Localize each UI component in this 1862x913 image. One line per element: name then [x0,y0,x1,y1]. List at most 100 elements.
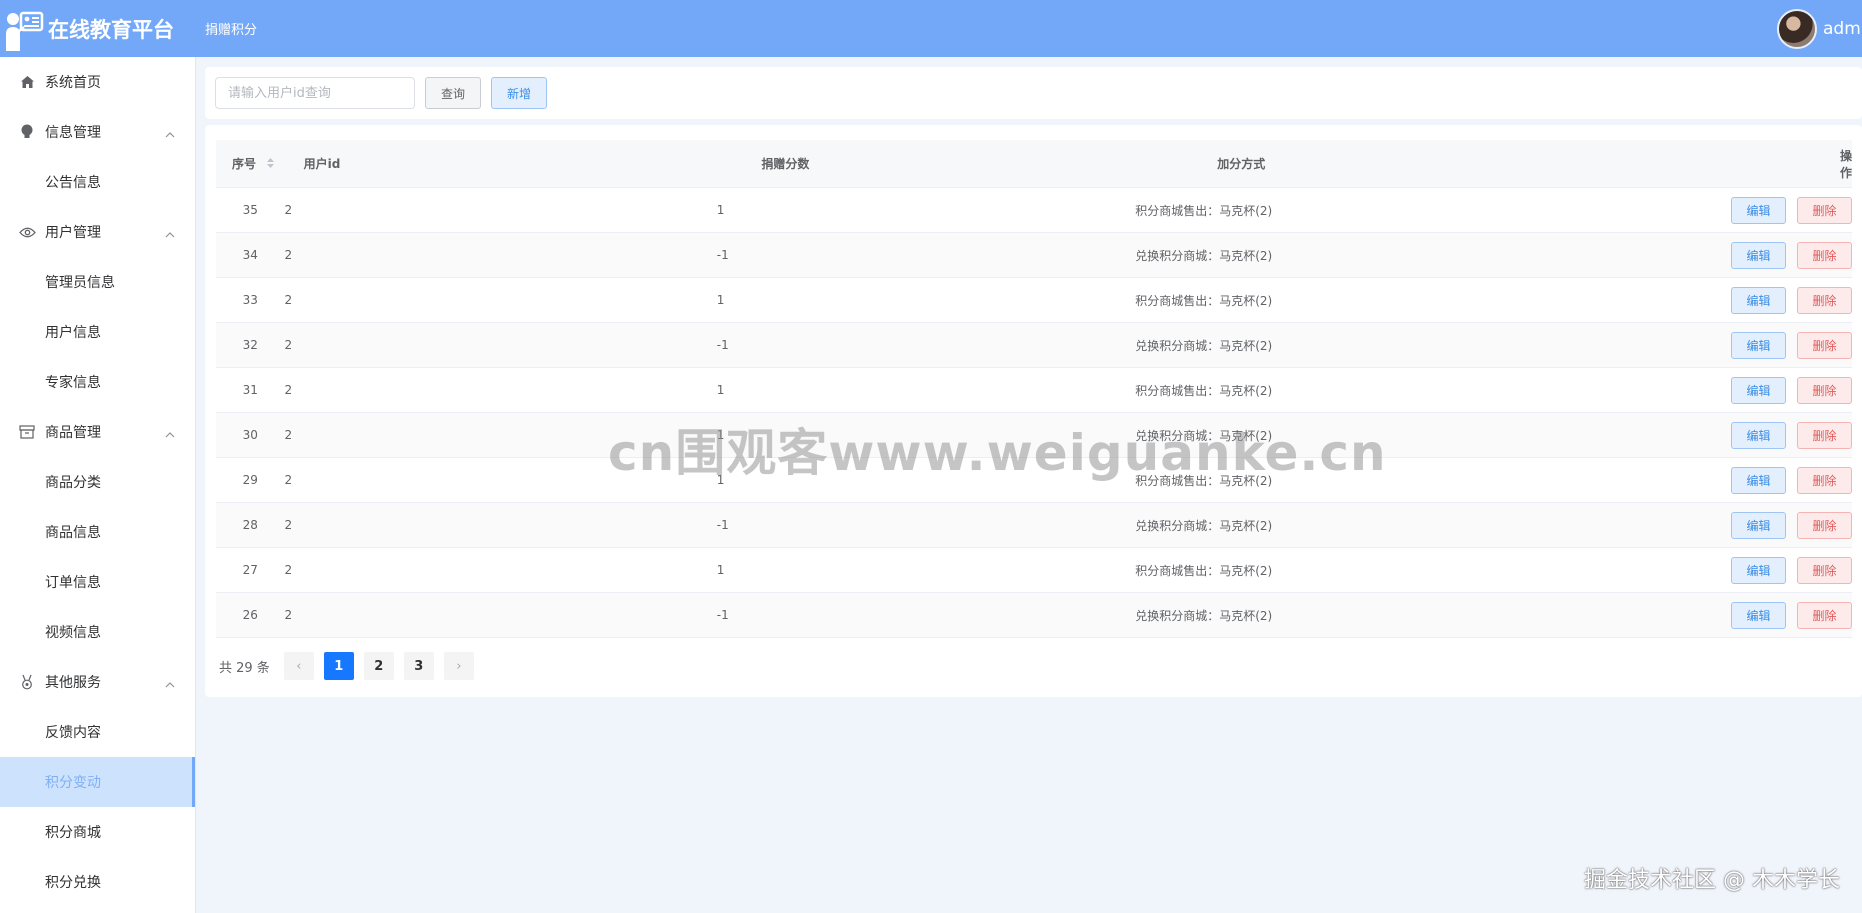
cell-method: 兑换积分商城：马克杯(2) [1135,608,1273,623]
delete-button[interactable]: 删除 [1797,421,1852,449]
sidebar-item-label: 专家信息 [45,375,101,391]
cell-actions: 编辑 删除 [1551,601,1852,629]
user-menu[interactable]: admin [1777,0,1862,57]
prev-page-button[interactable]: ‹ [283,652,314,680]
delete-button[interactable]: 删除 [1797,601,1852,629]
add-button[interactable]: 新增 [491,77,547,109]
sidebar-item-notice[interactable]: 公告信息 [0,157,195,207]
edit-button[interactable]: 编辑 [1731,376,1786,404]
data-table: 序号 用户id 捐赠分数 加分方式 操作 35 2 1 积分商城售出：马克杯(2) 编辑… [216,140,1852,638]
delete-button[interactable]: 删除 [1797,511,1852,539]
sidebar-item-label: 积分兑换 [45,875,101,891]
table-row: 34 2 -1 兑换积分商城：马克杯(2) 编辑 删除 [216,233,1852,278]
user-id-search-input[interactable] [215,77,415,109]
table-header: 序号 用户id 捐赠分数 加分方式 操作 [216,140,1852,188]
edit-button[interactable]: 编辑 [1731,466,1786,494]
sidebar-item-label: 订单信息 [45,575,101,591]
delete-button[interactable]: 删除 [1797,196,1852,224]
table-row: 27 2 1 积分商城售出：马克杯(2) 编辑 删除 [216,548,1852,593]
sort-icon[interactable] [266,157,275,172]
cell-actions: 编辑 删除 [1551,466,1852,494]
edit-button[interactable]: 编辑 [1731,511,1786,539]
sidebar-item-home[interactable]: 系统首页 [0,57,195,107]
watermark-corner: 掘金技术社区 @ 木木学长 [1584,868,1840,893]
sidebar-item-label: 商品分类 [45,475,101,491]
cell-actions: 编辑 删除 [1551,556,1852,584]
avatar[interactable] [1777,8,1817,49]
teacher-logo-icon [4,7,44,51]
next-page-button[interactable]: › [443,652,474,680]
edit-button[interactable]: 编辑 [1731,421,1786,449]
edit-button[interactable]: 编辑 [1731,556,1786,584]
page-button[interactable]: 1 [323,652,354,680]
sidebar-item-label: 用户信息 [45,325,101,341]
delete-button[interactable]: 删除 [1797,241,1852,269]
edit-button[interactable]: 编辑 [1731,331,1786,359]
sidebar-item-label: 商品管理 [45,425,101,441]
chevron-up-icon [165,226,175,242]
sidebar-item-label: 系统首页 [45,75,101,91]
pagination: 共 29 条 ‹ 1 2 3 › [219,652,484,680]
edit-button[interactable]: 编辑 [1731,196,1786,224]
table-row: 31 2 1 积分商城售出：马克杯(2) 编辑 删除 [216,368,1852,413]
app-title: 在线教育平台 [48,17,174,42]
chevron-up-icon [165,426,175,442]
table-row: 35 2 1 积分商城售出：马克杯(2) 编辑 删除 [216,188,1852,233]
cell-method: 兑换积分商城：马克杯(2) [1135,338,1273,353]
sidebar-item-label: 其他服务 [45,675,101,691]
column-header-user-id: 用户id [303,157,341,171]
edit-button[interactable]: 编辑 [1731,241,1786,269]
sidebar-group-users[interactable]: 用户管理 [0,207,195,257]
delete-button[interactable]: 删除 [1797,286,1852,314]
sidebar-group-other[interactable]: 其他服务 [0,657,195,707]
delete-button[interactable]: 删除 [1797,331,1852,359]
sidebar-item-category[interactable]: 商品分类 [0,457,195,507]
sidebar-item-video[interactable]: 视频信息 [0,607,195,657]
cell-actions: 编辑 删除 [1551,196,1852,224]
table-card: 序号 用户id 捐赠分数 加分方式 操作 35 2 1 积分商城售出：马克杯(2) 编辑… [205,125,1862,697]
username[interactable]: admin [1823,19,1862,39]
cell-no: 27 [242,563,258,577]
sidebar-item-points-mall[interactable]: 积分商城 [0,807,195,857]
logo[interactable]: 在线教育平台 [0,0,195,57]
box-icon [18,423,36,441]
bulb-icon [18,123,36,141]
sidebar-item-expert[interactable]: 专家信息 [0,357,195,407]
cell-user-id: 2 [284,248,293,262]
cell-user-id: 2 [284,563,293,577]
delete-button[interactable]: 删除 [1797,376,1852,404]
sidebar-group-info[interactable]: 信息管理 [0,107,195,157]
sidebar-item-user-info[interactable]: 用户信息 [0,307,195,357]
page-button[interactable]: 3 [403,652,434,680]
sidebar-item-orders[interactable]: 订单信息 [0,557,195,607]
sidebar-item-admin[interactable]: 管理员信息 [0,257,195,307]
delete-button[interactable]: 删除 [1797,556,1852,584]
sidebar-item-label: 积分变动 [45,775,101,791]
edit-button[interactable]: 编辑 [1731,286,1786,314]
edit-button[interactable]: 编辑 [1731,601,1786,629]
breadcrumb: 捐赠积分 [205,23,258,38]
sidebar-item-label: 反馈内容 [45,725,101,741]
delete-button[interactable]: 删除 [1797,466,1852,494]
sidebar-item-points-change[interactable]: 积分变动 [0,757,195,807]
cell-no: 35 [242,203,258,217]
sidebar-group-goods[interactable]: 商品管理 [0,407,195,457]
query-button[interactable]: 查询 [425,77,481,109]
cell-no: 32 [242,338,258,352]
sidebar-item-points-exchange[interactable]: 积分兑换 [0,857,195,907]
sidebar-item-label: 用户管理 [45,225,101,241]
sidebar-item-goods[interactable]: 商品信息 [0,507,195,557]
sidebar: 系统首页 信息管理 公告信息 用户管理 管理员信息 用户信息 专家信息 商品管理… [0,57,196,913]
sidebar-item-label: 积分商城 [45,825,101,841]
page-button[interactable]: 2 [363,652,394,680]
sidebar-item-label: 管理员信息 [45,275,115,291]
cell-method: 积分商城售出：马克杯(2) [1135,293,1273,308]
sidebar-item-feedback[interactable]: 反馈内容 [0,707,195,757]
cell-actions: 编辑 删除 [1551,511,1852,539]
cell-score: -1 [716,608,729,622]
cell-method: 积分商城售出：马克杯(2) [1135,563,1273,578]
cell-user-id: 2 [284,383,293,397]
watermark-center: cn围观客www.weiguanke.cn [608,424,1387,482]
column-header-no[interactable]: 序号 [216,155,304,172]
sidebar-item-label: 商品信息 [45,525,101,541]
